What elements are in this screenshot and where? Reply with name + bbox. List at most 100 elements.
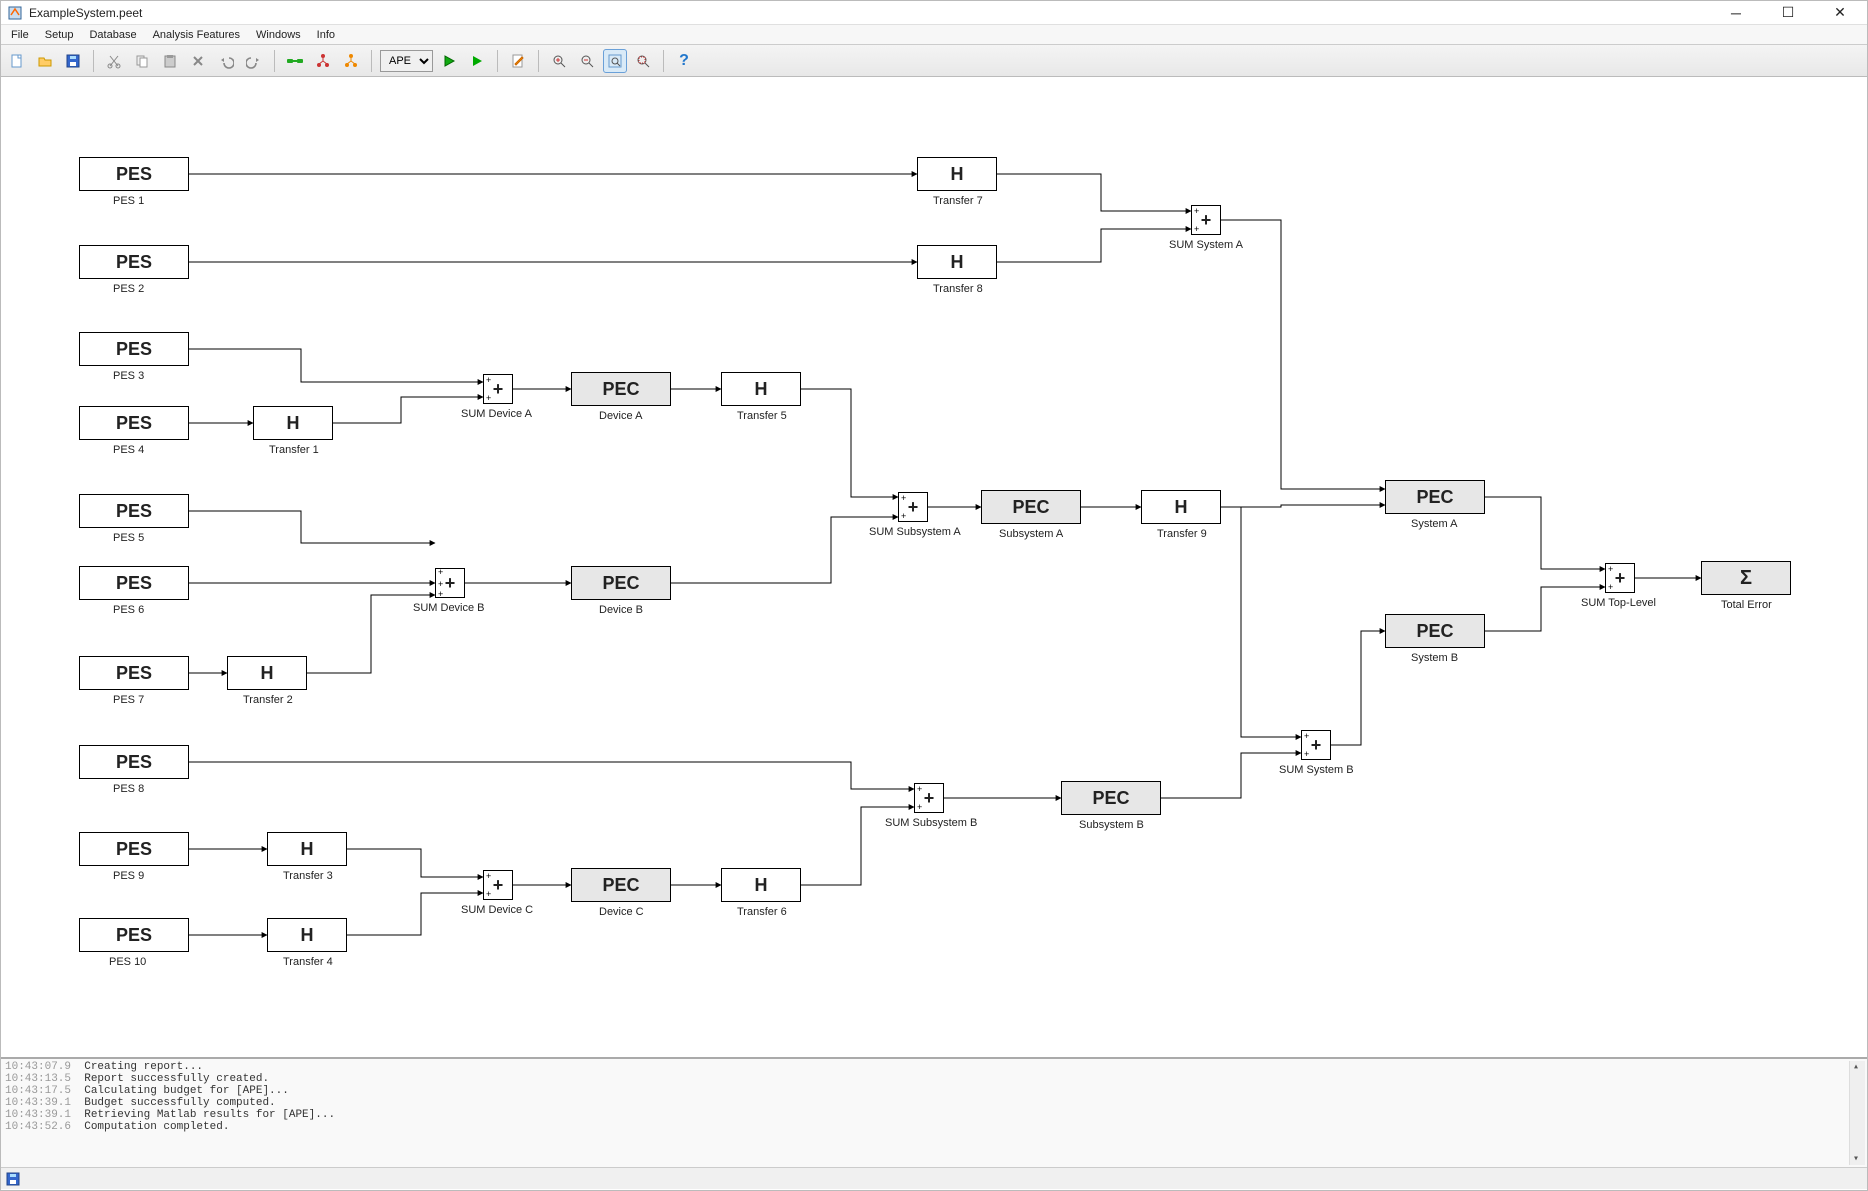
label-pes-4: PES 4 xyxy=(113,444,144,456)
label-pec-subsystem-b: Subsystem B xyxy=(1079,819,1144,831)
block-total-error[interactable]: Σ xyxy=(1701,561,1791,595)
block-pes-7[interactable]: PES xyxy=(79,656,189,690)
tree-red-icon[interactable] xyxy=(311,49,335,73)
delete-icon[interactable] xyxy=(186,49,210,73)
block-transfer-9[interactable]: H xyxy=(1141,490,1221,524)
toolbar-sep xyxy=(663,50,664,72)
zoom-region-icon[interactable] xyxy=(631,49,655,73)
label-pes-9: PES 9 xyxy=(113,870,144,882)
label-pes-1: PES 1 xyxy=(113,195,144,207)
block-sum-top-level[interactable]: +++ xyxy=(1605,563,1635,593)
block-transfer-5[interactable]: H xyxy=(721,372,801,406)
block-pec-system-a[interactable]: PEC xyxy=(1385,480,1485,514)
menu-database[interactable]: Database xyxy=(83,27,142,43)
toolbar-sep xyxy=(497,50,498,72)
block-transfer-7[interactable]: H xyxy=(917,157,997,191)
block-pec-device-a[interactable]: PEC xyxy=(571,372,671,406)
link-green-icon[interactable] xyxy=(283,49,307,73)
block-pes-2[interactable]: PES xyxy=(79,245,189,279)
block-sum-subsystem-a[interactable]: +++ xyxy=(898,492,928,522)
block-transfer-4[interactable]: H xyxy=(267,918,347,952)
log-console[interactable]: 10:43:07.9 Creating report... 10:43:13.5… xyxy=(1,1057,1867,1167)
cut-icon[interactable] xyxy=(102,49,126,73)
log-ts: 10:43:52.6 xyxy=(5,1121,71,1133)
label-pec-device-c: Device C xyxy=(599,906,644,918)
help-icon[interactable]: ? xyxy=(672,49,696,73)
label-pes-3: PES 3 xyxy=(113,370,144,382)
statusbar xyxy=(1,1167,1867,1189)
menu-setup[interactable]: Setup xyxy=(39,27,80,43)
block-pec-subsystem-a[interactable]: PEC xyxy=(981,490,1081,524)
toolbar-sep xyxy=(371,50,372,72)
zoom-fit-icon[interactable] xyxy=(603,49,627,73)
block-pec-device-b[interactable]: PEC xyxy=(571,566,671,600)
close-button[interactable]: ✕ xyxy=(1823,3,1857,23)
log-ts: 10:43:17.5 xyxy=(5,1085,71,1097)
block-pec-system-b[interactable]: PEC xyxy=(1385,614,1485,648)
block-transfer-8[interactable]: H xyxy=(917,245,997,279)
toolbar-sep xyxy=(93,50,94,72)
label-sum-device-c: SUM Device C xyxy=(461,904,533,916)
log-ts: 10:43:39.1 xyxy=(5,1109,71,1121)
zoom-out-icon[interactable] xyxy=(575,49,599,73)
label-sum-system-b: SUM System B xyxy=(1279,764,1354,776)
menu-analysis-features[interactable]: Analysis Features xyxy=(147,27,246,43)
label-transfer-6: Transfer 6 xyxy=(737,906,787,918)
maximize-button[interactable]: ☐ xyxy=(1771,3,1805,23)
menu-info[interactable]: Info xyxy=(311,27,341,43)
block-pes-10[interactable]: PES xyxy=(79,918,189,952)
block-pes-5[interactable]: PES xyxy=(79,494,189,528)
edit-doc-icon[interactable] xyxy=(506,49,530,73)
block-transfer-2[interactable]: H xyxy=(227,656,307,690)
paste-icon[interactable] xyxy=(158,49,182,73)
block-sum-system-a[interactable]: +++ xyxy=(1191,205,1221,235)
block-pes-1[interactable]: PES xyxy=(79,157,189,191)
block-pes-4[interactable]: PES xyxy=(79,406,189,440)
block-pec-subsystem-b[interactable]: PEC xyxy=(1061,781,1161,815)
play-outline-icon[interactable] xyxy=(437,49,461,73)
console-scrollbar[interactable]: ▴ ▾ xyxy=(1849,1061,1865,1165)
tree-orange-icon[interactable] xyxy=(339,49,363,73)
undo-icon[interactable] xyxy=(214,49,238,73)
block-pec-device-c[interactable]: PEC xyxy=(571,868,671,902)
save-disk-icon[interactable] xyxy=(61,49,85,73)
block-transfer-6[interactable]: H xyxy=(721,868,801,902)
block-pes-6[interactable]: PES xyxy=(79,566,189,600)
analysis-type-select[interactable]: APE xyxy=(380,50,433,72)
block-sum-device-c[interactable]: +++ xyxy=(483,870,513,900)
block-sum-system-b[interactable]: +++ xyxy=(1301,730,1331,760)
block-transfer-1[interactable]: H xyxy=(253,406,333,440)
new-file-icon[interactable] xyxy=(5,49,29,73)
label-pec-system-b: System B xyxy=(1411,652,1458,664)
open-folder-icon[interactable] xyxy=(33,49,57,73)
block-sum-subsystem-b[interactable]: +++ xyxy=(914,783,944,813)
block-pes-8[interactable]: PES xyxy=(79,745,189,779)
zoom-in-icon[interactable] xyxy=(547,49,571,73)
redo-icon[interactable] xyxy=(242,49,266,73)
label-pes-10: PES 10 xyxy=(109,956,146,968)
block-sum-device-b[interactable]: ++++ xyxy=(435,568,465,598)
play-filled-icon[interactable] xyxy=(465,49,489,73)
scroll-down-icon[interactable]: ▾ xyxy=(1850,1153,1862,1165)
log-msg: Creating report... xyxy=(84,1061,203,1073)
block-sum-device-a[interactable]: +++ xyxy=(483,374,513,404)
scroll-up-icon[interactable]: ▴ xyxy=(1850,1061,1862,1073)
block-pes-9[interactable]: PES xyxy=(79,832,189,866)
label-transfer-8: Transfer 8 xyxy=(933,283,983,295)
toolbar-sep xyxy=(274,50,275,72)
menu-windows[interactable]: Windows xyxy=(250,27,307,43)
label-sum-device-b: SUM Device B xyxy=(413,602,485,614)
copy-icon[interactable] xyxy=(130,49,154,73)
block-pes-3[interactable]: PES xyxy=(79,332,189,366)
menu-file[interactable]: File xyxy=(5,27,35,43)
statusbar-save-icon[interactable] xyxy=(5,1171,21,1187)
block-transfer-3[interactable]: H xyxy=(267,832,347,866)
minimize-button[interactable]: ─ xyxy=(1719,3,1753,23)
label-transfer-4: Transfer 4 xyxy=(283,956,333,968)
label-pec-system-a: System A xyxy=(1411,518,1457,530)
label-pec-device-a: Device A xyxy=(599,410,642,422)
label-transfer-1: Transfer 1 xyxy=(269,444,319,456)
toolbar: APE ? xyxy=(1,45,1867,77)
diagram-canvas[interactable]: PES PES 1 PES PES 2 PES PES 3 PES PES 4 … xyxy=(1,77,1867,1057)
log-msg: Report successfully created. xyxy=(84,1073,269,1085)
